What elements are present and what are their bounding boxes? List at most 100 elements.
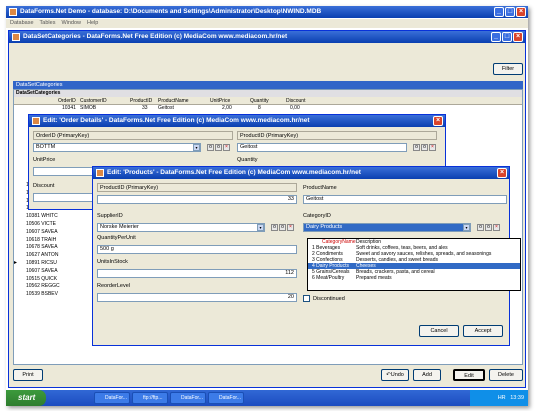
start-label: start (18, 393, 36, 402)
col-productname[interactable]: ProductName (158, 97, 189, 105)
undo-button[interactable]: ↶Undo (381, 369, 409, 381)
taskbar-item[interactable]: DataFor... (170, 392, 206, 404)
category-find-icon[interactable]: o (485, 224, 492, 231)
stock-label: UnitsInStock (97, 259, 128, 265)
edit-button[interactable]: Edit (453, 369, 485, 381)
cat-minimize-button[interactable]: _ (491, 32, 501, 42)
products-titlebar: Edit: 'Products' - DataForms.Net Free Ed… (93, 167, 509, 179)
start-button[interactable]: start (6, 390, 46, 406)
minimize-button[interactable]: _ (494, 7, 504, 17)
order-id-field[interactable]: BOTTM (33, 143, 201, 152)
col-productid[interactable]: ProductID (130, 97, 152, 105)
col-orderid[interactable]: OrderID (58, 97, 76, 105)
cell-unitprice: 2,00 (222, 105, 232, 111)
menu-database[interactable]: Database (10, 20, 34, 26)
menu-tables[interactable]: Tables (40, 20, 56, 26)
cat-close-button[interactable]: × (513, 32, 523, 42)
taskbar-item[interactable]: DataFor... (208, 392, 244, 404)
product-id-field[interactable]: Geitost (237, 143, 407, 152)
categories-title: DataSetCategories - DataForms.Net Free E… (23, 33, 288, 40)
order-search-icon[interactable]: o (207, 144, 214, 151)
window-icon (32, 117, 40, 125)
clock: 13:39 (510, 395, 524, 401)
order-titlebar: Edit: 'Order Details' - DataForms.Net Fr… (29, 115, 445, 127)
accept-button[interactable]: Accept (463, 325, 503, 337)
supplier-dropdown-icon[interactable]: ▾ (257, 224, 264, 231)
supplier-find-icon[interactable]: o (279, 224, 286, 231)
discontinued-checkbox[interactable] (303, 295, 310, 302)
col-unitprice[interactable]: UnitPrice (210, 97, 230, 105)
cell-orderid: 10627 ANTON (26, 252, 59, 259)
list-rows: 1 Beverages Soft drinks, coffees, teas, b… (308, 245, 520, 281)
reorder-field[interactable]: 20 (97, 293, 297, 302)
cell-orderid: 10515 QUICK (26, 275, 58, 282)
category-dropdown-icon[interactable]: ▾ (463, 224, 470, 231)
quantity-label: Quantity (237, 157, 258, 163)
col-quantity[interactable]: Quantity (250, 97, 269, 105)
productname-field[interactable]: Geitost (303, 195, 507, 204)
order-close-button[interactable]: × (433, 116, 443, 126)
supplier-clear-icon[interactable]: × (287, 224, 294, 231)
taskbar-item[interactable]: ftp://ftp... (132, 392, 168, 404)
order-clear-icon[interactable]: × (223, 144, 230, 151)
cell-customerid: SIMOB (80, 105, 97, 111)
order-dropdown-icon[interactable]: ▾ (193, 144, 200, 151)
product-id-label: ProductID (PrimaryKey) (97, 183, 297, 192)
menu-help[interactable]: Help (87, 20, 98, 26)
lang-indicator[interactable]: HR (498, 395, 506, 401)
order-find-icon[interactable]: o (215, 144, 222, 151)
taskbar-item[interactable]: DataFor... (94, 392, 130, 404)
product-search-icon[interactable]: o (413, 144, 420, 151)
list-item[interactable]: 6 Meat/Poultry Prepared meats (308, 275, 520, 281)
col-customerid[interactable]: CustomerID (80, 97, 107, 105)
grid-header: OrderID CustomerID ProductID ProductName… (14, 97, 522, 105)
cat-restore-button[interactable]: □ (502, 32, 512, 42)
main-window: DataForms.Net Demo - database: D:\Docume… (6, 6, 528, 406)
cell-orderid: 10341 (62, 105, 76, 111)
cancel-button[interactable]: Cancel (419, 325, 459, 337)
filter-label: Filter (501, 66, 515, 72)
qpu-field[interactable]: 500 g (97, 245, 297, 254)
menu-bar: Database Tables Window Help (6, 19, 528, 28)
products-title: Edit: 'Products' - DataForms.Net Free Ed… (107, 169, 361, 176)
table-row[interactable]: 10341 SIMOB 33 Geitost 2,00 8 0,00 (14, 105, 522, 112)
print-button[interactable]: Print (13, 369, 43, 381)
categoryid-field[interactable]: Dairy Products (303, 223, 471, 232)
delete-button[interactable]: Delete (489, 369, 523, 381)
cell-productid: 33 (142, 105, 148, 111)
products-close-button[interactable]: × (497, 168, 507, 178)
maximize-button[interactable]: □ (505, 7, 515, 17)
filter-button[interactable]: Filter (493, 63, 523, 75)
close-button[interactable]: × (516, 7, 526, 17)
product-find-icon[interactable]: o (421, 144, 428, 151)
window-icon (96, 169, 104, 177)
order-title: Edit: 'Order Details' - DataForms.Net Fr… (43, 117, 310, 124)
category-search-icon[interactable]: o (477, 224, 484, 231)
print-label: Print (22, 372, 34, 378)
menu-window[interactable]: Window (61, 20, 81, 26)
discount-field[interactable] (33, 193, 93, 202)
app-icon (9, 8, 17, 16)
main-titlebar: DataForms.Net Demo - database: D:\Docume… (6, 6, 528, 18)
accept-label: Accept (474, 328, 492, 334)
unitprice-field[interactable] (33, 167, 93, 176)
reorder-label: ReorderLevel (97, 283, 131, 289)
product-id-field[interactable]: 33 (97, 195, 297, 204)
grid-subtitle: DataSetCategories (14, 90, 522, 97)
add-button[interactable]: Add (413, 369, 441, 381)
product-clear-icon[interactable]: × (429, 144, 436, 151)
taskbar: start DataFor... ftp://ftp... DataFor...… (6, 390, 528, 406)
system-tray: HR 13:39 (470, 390, 528, 406)
list-category: 6 Meat/Poultry (312, 275, 345, 281)
undo-label: Undo (390, 372, 404, 378)
add-label: Add (422, 372, 432, 378)
category-clear-icon[interactable]: × (493, 224, 500, 231)
taskbar-label: DataFor... (219, 395, 241, 401)
taskbar-label: DataFor... (181, 395, 203, 401)
col-discount[interactable]: Discount (286, 97, 305, 105)
productname-label: ProductName (303, 185, 337, 191)
supplier-search-icon[interactable]: o (271, 224, 278, 231)
category-dropdown-list[interactable]: CategoryName Description 1 Beverages Soft … (307, 238, 521, 291)
stock-field[interactable]: 112 (97, 269, 297, 278)
supplierid-field[interactable]: Norske Meierier (97, 223, 265, 232)
